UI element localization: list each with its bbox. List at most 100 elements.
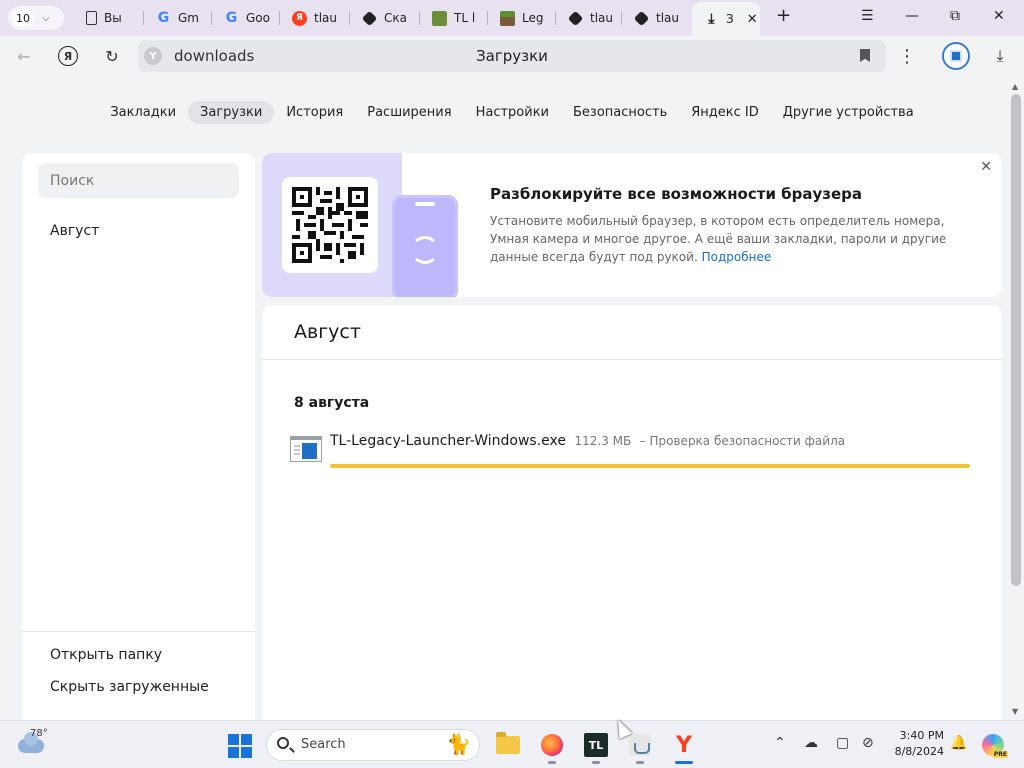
- tab-yandex-id[interactable]: Яндекс ID: [679, 101, 771, 124]
- yandex-browser-icon: Y: [676, 732, 692, 758]
- google-icon: G: [157, 10, 170, 26]
- downloads-page: Закладки Загрузки История Расширения Нас…: [0, 76, 1008, 720]
- system-clock[interactable]: 3:40 PM 8/8/2024: [884, 728, 944, 760]
- tab-history[interactable]: История: [274, 101, 355, 124]
- bell-icon[interactable]: 🔔: [950, 735, 967, 751]
- tab-counter-button[interactable]: 10 ⌵: [8, 6, 64, 30]
- search-icon: [277, 737, 289, 749]
- copilot-icon[interactable]: [982, 734, 1008, 758]
- download-item[interactable]: TL-Legacy-Launcher-Windows.exe 112.3 МБ …: [290, 432, 980, 472]
- tab-count: 10: [12, 9, 34, 27]
- download-status: – Проверка безопасности файла: [639, 434, 846, 448]
- tab-8[interactable]: tlau: [556, 4, 622, 32]
- tab-settings[interactable]: Настройки: [464, 101, 561, 124]
- cloud-off-icon[interactable]: ☁: [804, 735, 818, 751]
- close-icon[interactable]: ✕: [980, 159, 992, 175]
- downloads-arrow-icon[interactable]: ⤓: [988, 44, 1012, 68]
- tab-label: TL l: [454, 11, 476, 25]
- download-progress-fill: [330, 464, 970, 468]
- tab-menu-icon[interactable]: ☰: [861, 8, 874, 24]
- tlauncher-app[interactable]: TL: [582, 731, 610, 764]
- windows-start-button[interactable]: [228, 734, 252, 758]
- tab-6[interactable]: TL l: [420, 4, 488, 32]
- tab-downloads[interactable]: Загрузки: [188, 101, 275, 124]
- tab-label: tlau: [656, 11, 679, 25]
- downloads-list: Август 8 августа TL-Legacy-Launcher-Wind…: [262, 305, 1002, 720]
- cloud-icon: [18, 732, 44, 753]
- tab-7[interactable]: Leg: [488, 4, 556, 32]
- file-explorer-app[interactable]: [494, 731, 522, 759]
- scrollbar-thumb[interactable]: [1011, 94, 1021, 586]
- address-bar[interactable]: Y downloads Загрузки: [138, 40, 886, 72]
- clock-time: 3:40 PM: [899, 729, 944, 742]
- bookmark-icon[interactable]: [860, 49, 870, 62]
- tab-label: Gm: [178, 11, 199, 25]
- tab-4[interactable]: Я tlau: [280, 4, 350, 32]
- tab-extensions[interactable]: Расширения: [355, 101, 463, 124]
- download-filename[interactable]: TL-Legacy-Launcher-Windows.exe: [330, 433, 566, 449]
- open-folder-link[interactable]: Открыть папку: [50, 647, 162, 663]
- more-vertical-icon[interactable]: ⋮: [895, 44, 919, 68]
- tab-3[interactable]: G Goo: [212, 4, 280, 32]
- settings-tabs: Закладки Загрузки История Расширения Нас…: [0, 101, 1008, 124]
- back-arrow-icon[interactable]: ←: [12, 44, 36, 68]
- tab-other-devices[interactable]: Другие устройства: [771, 101, 926, 124]
- firefox-icon: [541, 734, 563, 756]
- windows-taskbar: 78° Search 🐈 TL Y ⌃ ☁ ▢ ⊘ 3:40 PM 8/8/20…: [0, 720, 1024, 768]
- display-icon[interactable]: ▢: [836, 735, 849, 751]
- page-scrollbar[interactable]: ▲ ▼: [1008, 76, 1024, 720]
- document-icon: [86, 11, 97, 25]
- taskbar-search-label: Search: [301, 737, 346, 752]
- tab-5[interactable]: Ска: [350, 4, 420, 32]
- network-icon[interactable]: ⊘: [862, 735, 874, 751]
- restore-button[interactable]: ⧉: [950, 8, 960, 24]
- tab-1[interactable]: Вы: [74, 4, 144, 32]
- site-info-icon[interactable]: Y: [144, 47, 162, 65]
- sync-icon: [411, 236, 439, 264]
- minecraft-icon: [432, 10, 447, 26]
- navigation-bar: ← Я ↻ Y downloads Загрузки ⋮ ⤓: [0, 36, 1024, 76]
- chevron-down-icon: ⌵: [42, 12, 50, 24]
- address-url: downloads: [174, 47, 255, 65]
- extension-icon[interactable]: [942, 42, 970, 70]
- firefox-app[interactable]: [538, 731, 566, 764]
- scroll-down-icon[interactable]: ▼: [1012, 707, 1018, 716]
- scroll-up-icon[interactable]: ▲: [1012, 82, 1018, 91]
- exe-file-icon: [290, 436, 322, 462]
- new-tab-button[interactable]: +: [776, 5, 791, 26]
- chevron-up-icon[interactable]: ⌃: [774, 735, 786, 751]
- search-input[interactable]: [38, 163, 239, 198]
- tab-close-icon[interactable]: ✕: [747, 12, 758, 27]
- tab-security[interactable]: Безопасность: [561, 101, 679, 124]
- grass-block-icon: [500, 10, 515, 26]
- yandex-icon: Я: [292, 10, 307, 26]
- cube-icon: [633, 10, 650, 26]
- tlauncher-icon: TL: [584, 733, 608, 757]
- sidebar-month-august[interactable]: Август: [50, 223, 99, 239]
- learn-more-link[interactable]: Подробнее: [702, 250, 772, 264]
- tab-label: Leg: [522, 11, 544, 25]
- tab-label: tlau: [314, 11, 337, 25]
- taskbar-search[interactable]: Search 🐈: [266, 729, 480, 761]
- download-progress-bar: [330, 464, 970, 468]
- folder-icon: [496, 732, 520, 754]
- download-icon: ⤓: [708, 11, 715, 27]
- weather-widget[interactable]: 78°: [18, 728, 78, 759]
- tab-2[interactable]: G Gm: [144, 4, 212, 32]
- minimize-button[interactable]: —: [905, 8, 919, 24]
- hide-downloaded-link[interactable]: Скрыть загруженные: [50, 679, 209, 695]
- mobile-promo-banner: Разблокируйте все возможности браузера У…: [262, 153, 1002, 297]
- yandex-home-button[interactable]: Я: [56, 44, 80, 68]
- java-app[interactable]: [626, 731, 654, 764]
- tab-bookmarks[interactable]: Закладки: [98, 101, 188, 124]
- tab-10-active[interactable]: ⤓ З ✕: [692, 2, 760, 36]
- reload-icon[interactable]: ↻: [100, 44, 124, 68]
- tab-9[interactable]: tlau: [622, 4, 690, 32]
- tab-label: Ска: [384, 11, 407, 25]
- tab-label: tlau: [590, 11, 613, 25]
- close-window-button[interactable]: ✕: [993, 8, 1005, 24]
- downloads-sidebar: Август Открыть папку Скрыть загруженные: [22, 153, 255, 720]
- yandex-browser-app[interactable]: Y: [670, 731, 698, 764]
- tab-label: З: [726, 12, 734, 26]
- clock-date: 8/8/2024: [894, 745, 944, 758]
